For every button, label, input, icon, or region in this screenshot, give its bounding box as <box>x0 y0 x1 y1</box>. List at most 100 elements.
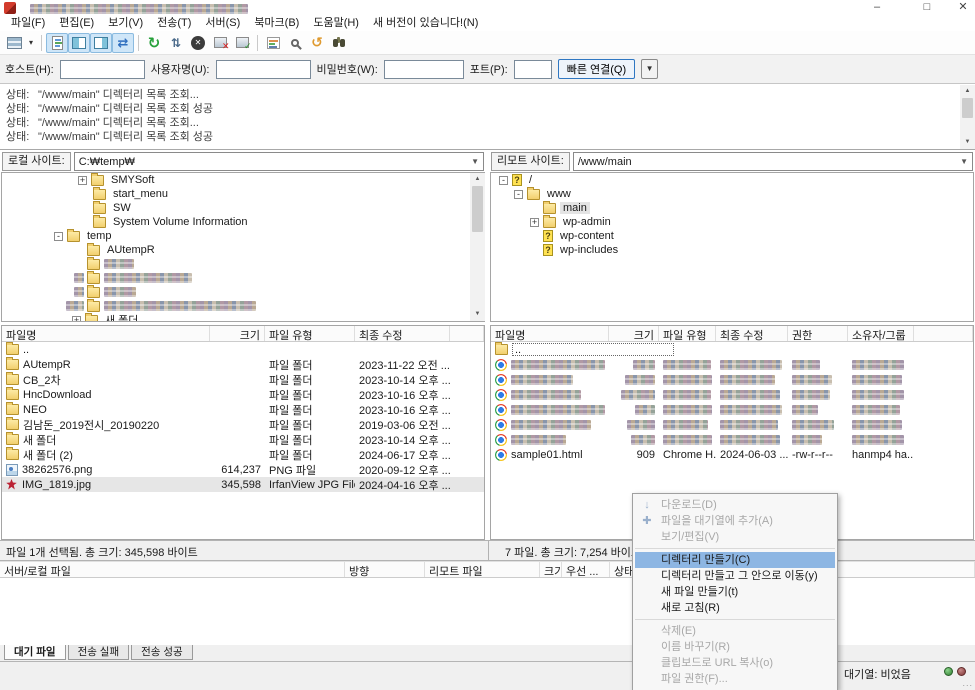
tree-item[interactable]: start_menu <box>2 187 484 201</box>
menu-item-download[interactable]: ↓다운로드(D) <box>633 497 837 513</box>
column-header-owner[interactable]: 소유자/그룹 <box>848 326 914 341</box>
tree-item-redacted[interactable] <box>2 285 484 299</box>
filter-button[interactable] <box>262 33 284 53</box>
file-row[interactable]: sample01.html 909 Chrome H... 2024-06-03… <box>491 447 973 462</box>
menu-view[interactable]: 보기(V) <box>101 16 150 31</box>
column-header-remote-file[interactable]: 리모트 파일 <box>425 562 540 577</box>
menu-item-view-edit[interactable]: 보기/편집(V) <box>633 529 837 545</box>
site-manager-dropdown[interactable]: ▾ <box>25 33 37 53</box>
tree-item-redacted[interactable] <box>2 299 484 313</box>
remote-site-combo[interactable]: /www/main ▼ <box>573 152 973 171</box>
quickconnect-dropdown[interactable]: ▼ <box>641 59 658 79</box>
file-row[interactable]: .. <box>2 342 484 357</box>
column-header-modified[interactable]: 최종 수정 <box>716 326 788 341</box>
toggle-remote-tree-button[interactable] <box>90 33 112 53</box>
column-header-server-local[interactable]: 서버/로컬 파일 <box>0 562 345 577</box>
find-files-button[interactable] <box>328 33 350 53</box>
reconnect-button[interactable] <box>231 33 253 53</box>
file-row[interactable]: 새 폴더 파일 폴더 2023-10-14 오후 ... <box>2 432 484 447</box>
chevron-down-icon[interactable]: ▼ <box>960 157 968 166</box>
menu-item-add-to-queue[interactable]: ✚파일을 대기열에 추가(A) <box>633 513 837 529</box>
expand-icon[interactable]: + <box>72 316 81 323</box>
menu-server[interactable]: 서버(S) <box>198 16 247 31</box>
column-header-modified[interactable]: 최종 수정 <box>355 326 450 341</box>
file-row[interactable]: 김남돈_2019전시_20190220 파일 폴더 2019-03-06 오전 … <box>2 417 484 432</box>
synchronized-browsing-button[interactable] <box>306 33 328 53</box>
close-button[interactable]: ✕ <box>948 0 975 16</box>
menu-file[interactable]: 파일(F) <box>4 16 52 31</box>
menu-item-create-directory[interactable]: 디렉터리 만들기(C) <box>635 552 835 568</box>
collapse-icon[interactable]: - <box>54 232 63 241</box>
scroll-up-arrow[interactable]: ▲ <box>960 85 975 98</box>
tree-item[interactable]: wp-includes <box>491 243 973 257</box>
menu-item-file-permissions[interactable]: 파일 권한(F)... <box>633 671 837 687</box>
menu-new-version[interactable]: 새 버전이 있습니다!(N) <box>366 16 485 31</box>
expand-icon[interactable]: + <box>78 176 87 185</box>
file-row-redacted[interactable] <box>491 372 973 387</box>
collapse-icon[interactable]: - <box>514 190 523 199</box>
file-row[interactable]: .. <box>491 342 973 357</box>
scrollbar-thumb[interactable] <box>472 186 483 232</box>
cancel-button[interactable] <box>187 33 209 53</box>
tab-successful-transfers[interactable]: 전송 성공 <box>131 645 193 660</box>
tree-item[interactable]: System Volume Information <box>2 215 484 229</box>
directory-comparison-button[interactable] <box>284 33 306 53</box>
port-input[interactable] <box>514 60 552 79</box>
tree-item[interactable]: SW <box>2 201 484 215</box>
menu-help[interactable]: 도움말(H) <box>306 16 366 31</box>
menu-item-create-directory-and-enter[interactable]: 디렉터리 만들고 그 안으로 이동(y) <box>633 568 837 584</box>
file-row[interactable]: CB_2차 파일 폴더 2023-10-14 오후 ... <box>2 372 484 387</box>
file-row-redacted[interactable] <box>491 357 973 372</box>
scroll-up-arrow[interactable]: ▲ <box>470 173 485 186</box>
file-row[interactable]: AUtempR 파일 폴더 2023-11-22 오전 ... <box>2 357 484 372</box>
column-header-priority[interactable]: 우선 ... <box>562 562 610 577</box>
tree-item-redacted[interactable] <box>2 257 484 271</box>
file-row[interactable]: NEO 파일 폴더 2023-10-16 오후 ... <box>2 402 484 417</box>
column-header-name[interactable]: 파일명ˆ <box>491 326 609 341</box>
file-row-redacted[interactable] <box>491 387 973 402</box>
menu-edit[interactable]: 편집(E) <box>52 16 101 31</box>
refresh-button[interactable] <box>143 33 165 53</box>
file-row-redacted[interactable] <box>491 417 973 432</box>
column-header-name[interactable]: 파일명ˆ <box>2 326 210 341</box>
scroll-down-arrow[interactable]: ▼ <box>470 308 485 321</box>
scroll-down-arrow[interactable]: ▼ <box>960 136 975 149</box>
toggle-queue-button[interactable] <box>112 33 134 53</box>
column-header-type[interactable]: 파일 유형 <box>265 326 355 341</box>
column-header-size[interactable]: 크기 <box>609 326 659 341</box>
menu-item-delete[interactable]: 삭제(E) <box>633 623 837 639</box>
local-site-combo[interactable]: C:₩temp₩ ▼ <box>74 152 484 171</box>
menu-item-create-new-file[interactable]: 새 파일 만들기(t) <box>633 584 837 600</box>
menu-transfer[interactable]: 전송(T) <box>150 16 198 31</box>
tree-item-redacted[interactable] <box>2 271 484 285</box>
file-row-selected[interactable]: IMG_1819.jpg 345,598 IrfanView JPG File … <box>2 477 484 492</box>
file-row[interactable]: 새 폴더 (2) 파일 폴더 2024-06-17 오후 ... <box>2 447 484 462</box>
scrollbar-thumb[interactable] <box>962 98 973 118</box>
tree-item[interactable]: +SMYSoft <box>2 173 484 187</box>
toggle-message-log-button[interactable] <box>46 33 68 53</box>
site-manager-button[interactable] <box>3 33 25 53</box>
menu-item-refresh[interactable]: 새로 고침(R) <box>633 600 837 616</box>
local-tree-scrollbar[interactable]: ▲ ▼ <box>470 173 485 321</box>
tab-queued-files[interactable]: 대기 파일 <box>4 645 66 660</box>
password-input[interactable] <box>384 60 464 79</box>
menu-item-copy-url[interactable]: 클립보드로 URL 복사(o) <box>633 655 837 671</box>
column-header-type[interactable]: 파일 유형 <box>659 326 716 341</box>
tree-item[interactable]: -/ <box>491 173 973 187</box>
resize-grip[interactable]: ... <box>962 678 973 688</box>
maximize-button[interactable]: □ <box>912 0 942 16</box>
menu-item-rename[interactable]: 이름 바꾸기(R) <box>633 639 837 655</box>
tree-item[interactable]: main <box>491 201 973 215</box>
toggle-local-tree-button[interactable] <box>68 33 90 53</box>
username-input[interactable] <box>216 60 311 79</box>
tab-failed-transfers[interactable]: 전송 실패 <box>68 645 130 660</box>
tree-item[interactable]: AUtempR <box>2 243 484 257</box>
file-row[interactable]: 38262576.png 614,237 PNG 파일 2020-09-12 오… <box>2 462 484 477</box>
host-input[interactable] <box>60 60 145 79</box>
disconnect-button[interactable] <box>209 33 231 53</box>
column-header-direction[interactable]: 방향 <box>345 562 425 577</box>
chevron-down-icon[interactable]: ▼ <box>471 157 479 166</box>
tree-item[interactable]: +wp-admin <box>491 215 973 229</box>
column-header-permissions[interactable]: 권한 <box>788 326 848 341</box>
quickconnect-button[interactable]: 빠른 연결(Q) <box>558 59 635 79</box>
